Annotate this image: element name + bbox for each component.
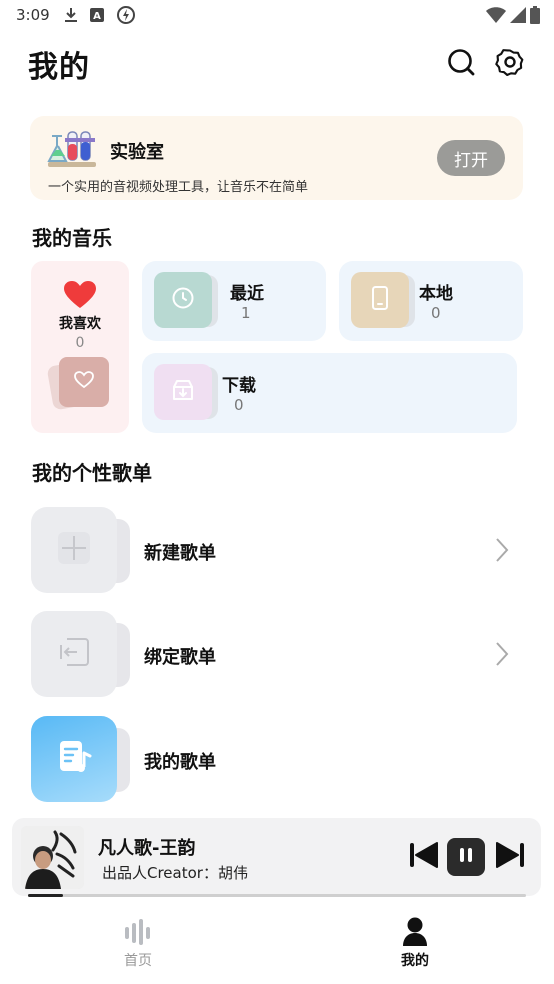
lab-description: 一个实用的音视频处理工具，让音乐不在简单 <box>48 180 309 195</box>
bottom-nav: 首页 我的 <box>0 900 554 984</box>
music-note-document-icon <box>54 737 94 781</box>
my-playlist-item[interactable]: 我的歌单 <box>0 716 554 806</box>
local-count: 0 <box>431 304 441 322</box>
download-icon <box>64 7 78 23</box>
album-cover <box>21 826 84 889</box>
previous-button[interactable] <box>408 840 440 874</box>
my-playlist-label: 我的歌单 <box>144 752 216 773</box>
create-playlist-cover <box>31 507 117 593</box>
playback-progress[interactable] <box>28 894 526 897</box>
equalizer-icon <box>122 916 154 948</box>
download-box-icon <box>170 378 196 406</box>
settings-button[interactable] <box>494 48 526 80</box>
favorites-card[interactable]: 我喜欢 0 <box>31 261 129 433</box>
create-playlist-label: 新建歌单 <box>144 543 216 564</box>
favorites-cover <box>59 357 109 407</box>
bind-playlist-item[interactable]: 绑定歌单 <box>0 611 554 701</box>
signal-icon <box>510 7 526 27</box>
pause-button[interactable] <box>447 838 485 876</box>
playlists-title: 我的个性歌单 <box>32 461 152 485</box>
favorites-count: 0 <box>75 335 85 351</box>
local-tile[interactable]: 本地 0 <box>339 261 523 341</box>
pause-icon <box>458 847 474 867</box>
heart-icon <box>64 281 96 313</box>
downloads-tile[interactable]: 下载 0 <box>142 353 517 433</box>
nav-home-label: 首页 <box>124 953 152 969</box>
local-icon-box <box>351 272 409 328</box>
recent-label: 最近 <box>230 284 264 304</box>
header: 我的 <box>0 40 554 90</box>
my-playlist-cover <box>31 716 117 802</box>
bind-playlist-cover <box>31 611 117 697</box>
bind-playlist-label: 绑定歌单 <box>144 647 216 668</box>
page-title: 我的 <box>28 50 90 85</box>
nav-home[interactable]: 首页 <box>98 912 178 972</box>
chevron-right-icon <box>494 641 510 671</box>
clock-icon <box>171 286 195 314</box>
status-bar: 3:09 A <box>0 0 554 30</box>
downloads-label: 下载 <box>222 376 256 396</box>
recent-icon-box <box>154 272 212 328</box>
favorites-label: 我喜欢 <box>59 316 101 332</box>
search-button[interactable] <box>445 48 477 80</box>
chevron-right-icon <box>494 537 510 567</box>
next-button[interactable] <box>494 840 526 874</box>
lab-card[interactable]: 实验室 一个实用的音视频处理工具，让音乐不在简单 打开 <box>30 116 523 200</box>
skip-next-icon <box>495 841 525 873</box>
settings-icon <box>495 47 525 81</box>
recent-count: 1 <box>241 304 251 322</box>
lab-title: 实验室 <box>110 142 164 163</box>
lab-open-button[interactable]: 打开 <box>437 140 505 176</box>
my-music-title: 我的音乐 <box>32 226 112 250</box>
heart-outline-icon <box>74 371 94 393</box>
downloads-count: 0 <box>234 396 244 414</box>
svg-text:A: A <box>93 11 101 22</box>
import-icon <box>55 633 93 675</box>
recent-tile[interactable]: 最近 1 <box>142 261 326 341</box>
a-notification-icon: A <box>89 8 104 22</box>
status-right-icons <box>486 6 540 28</box>
lab-flask-icon <box>46 128 98 170</box>
nav-mine[interactable]: 我的 <box>375 912 455 972</box>
search-icon <box>446 47 476 81</box>
nav-mine-label: 我的 <box>401 953 429 969</box>
wifi-icon <box>486 7 506 27</box>
skip-previous-icon <box>409 841 439 873</box>
mini-player[interactable]: 凡人歌-王韵 出品人Creator：胡伟 <box>12 818 541 896</box>
downloads-icon-box <box>154 364 212 420</box>
battery-icon <box>530 6 540 28</box>
plus-icon <box>54 528 94 572</box>
playback-progress-fill <box>28 894 63 897</box>
song-title: 凡人歌-王韵 <box>98 838 196 859</box>
local-label: 本地 <box>419 284 453 304</box>
status-time: 3:09 <box>16 6 50 24</box>
user-icon <box>399 916 431 948</box>
speed-icon <box>116 5 136 25</box>
phone-icon <box>370 285 390 315</box>
create-playlist-item[interactable]: 新建歌单 <box>0 507 554 597</box>
song-artist: 出品人Creator：胡伟 <box>102 864 248 882</box>
